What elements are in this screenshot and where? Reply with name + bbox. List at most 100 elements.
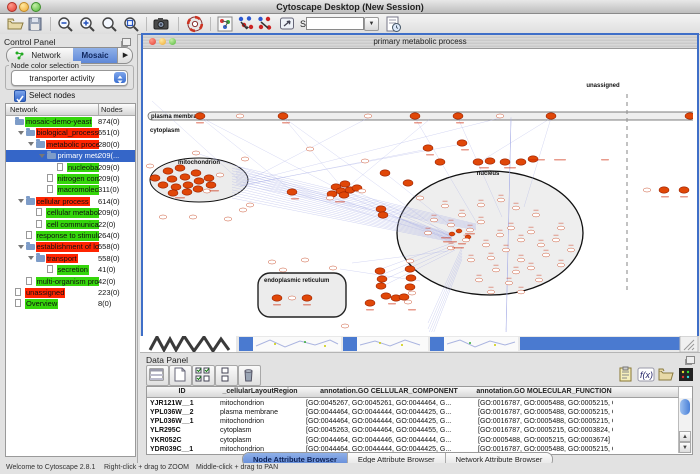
table-cell[interactable]: [GO:0016787, GO:0005488, GO:0005215, G..… (475, 408, 613, 417)
graph-node[interactable] (512, 270, 519, 274)
graph-node[interactable] (195, 113, 205, 119)
graph-node[interactable] (487, 256, 494, 260)
data-panel-float-icon[interactable] (686, 356, 695, 364)
graph-node[interactable] (236, 114, 244, 118)
graph-node[interactable] (364, 114, 372, 118)
graph-node[interactable] (168, 190, 178, 196)
graph-node[interactable] (378, 212, 388, 218)
graph-node[interactable] (365, 300, 375, 306)
graph-node[interactable] (467, 258, 474, 262)
tree-row[interactable]: establishment of lo558(0) (6, 241, 135, 252)
graph-node[interactable] (435, 159, 445, 165)
graph-node[interactable] (497, 198, 504, 202)
tree-row[interactable]: cell communicat22(0) (6, 219, 135, 230)
graph-node[interactable] (462, 238, 469, 242)
graph-node[interactable] (516, 159, 526, 165)
save-session-icon[interactable] (26, 15, 44, 33)
graph-node[interactable] (340, 181, 350, 187)
tree-row[interactable]: metabolic process280(0) (6, 139, 135, 150)
graph-node[interactable] (376, 283, 386, 289)
search-input[interactable] (306, 17, 364, 30)
tree-row[interactable]: mosaic-demo-yeast874(0) (6, 116, 135, 127)
graph-node[interactable] (302, 295, 312, 301)
float-panel-icon[interactable] (122, 38, 131, 46)
graph-node[interactable] (473, 159, 483, 165)
graph-node[interactable] (527, 230, 534, 234)
graph-node[interactable] (408, 291, 416, 295)
graph-node[interactable] (517, 290, 524, 294)
table-cell[interactable]: [GO:0045267, GO:0045261, GO:0044464, G..… (303, 399, 475, 408)
unified-view-button[interactable] (215, 365, 238, 386)
graph-node[interactable] (329, 266, 337, 270)
table-cell[interactable]: [GO:0016787, GO:0005215, GO:0003824, G..… (475, 426, 613, 435)
snapshot-icon[interactable] (152, 15, 170, 33)
graph-node[interactable] (194, 178, 204, 184)
graph-node[interactable] (406, 259, 414, 263)
graph-node[interactable] (175, 165, 185, 171)
graph-node[interactable] (204, 175, 214, 181)
attribute-table-button[interactable] (146, 365, 169, 386)
graph-node[interactable] (496, 233, 503, 237)
graph-node[interactable] (441, 204, 448, 208)
table-cell[interactable]: mitochondrion (217, 399, 303, 408)
graph-node[interactable] (449, 232, 455, 236)
expand-arrow-icon[interactable] (39, 154, 45, 158)
layout-icon-1[interactable] (237, 15, 255, 33)
zoom-fit-icon[interactable] (122, 15, 140, 33)
graph-node[interactable] (193, 186, 203, 192)
graph-node[interactable] (150, 175, 160, 181)
tree-col-network[interactable]: Network (10, 105, 38, 114)
graph-node[interactable] (272, 295, 282, 301)
graph-node[interactable] (492, 268, 499, 272)
vizmapper-icon[interactable] (278, 15, 296, 33)
graph-node[interactable] (457, 140, 467, 146)
table-column-header[interactable] (613, 387, 679, 398)
table-cell[interactable]: mitochondrion (217, 417, 303, 426)
graph-node[interactable] (505, 281, 512, 285)
table-column-header[interactable]: annotation.GO CELLULAR_COMPONENT (303, 387, 476, 398)
import-attributes-icon[interactable] (657, 366, 675, 383)
network-window-titlebar[interactable]: primary metabolic process (143, 35, 697, 49)
table-cell[interactable]: [GO:0044464, GO:0044444, GO:0044425, G..… (303, 417, 475, 426)
table-cell[interactable]: [GO:0044464, GO:0044444, GO:0044425, G..… (303, 408, 475, 417)
graph-node[interactable] (376, 206, 386, 212)
graph-node[interactable] (404, 300, 412, 304)
graph-node[interactable] (192, 151, 200, 155)
table-column-header[interactable]: ID (147, 387, 218, 398)
graph-node[interactable] (381, 293, 391, 299)
graph-node[interactable] (377, 276, 387, 282)
table-column-header[interactable]: annotation.GO MOLECULAR_FUNCTION (475, 387, 614, 398)
table-cell[interactable]: [GO:0016787, GO:0005488, GO:0005215, G..… (475, 417, 613, 426)
search-dropdown-button[interactable]: ▼ (364, 17, 379, 31)
graph-node[interactable] (405, 266, 415, 272)
graph-node[interactable] (216, 173, 224, 177)
graph-node[interactable] (163, 168, 173, 174)
table-vertical-scrollbar[interactable]: ▲ ▼ (678, 398, 692, 453)
graph-node[interactable] (287, 189, 297, 195)
graph-node[interactable] (301, 258, 309, 262)
graph-node[interactable] (406, 275, 416, 281)
graph-node[interactable] (458, 213, 465, 217)
network-canvas[interactable]: plasma membranecytoplasmmitochondrionnuc… (143, 49, 693, 332)
graph-node[interactable] (171, 184, 181, 190)
graph-node[interactable] (339, 192, 349, 198)
graph-node[interactable] (512, 206, 519, 210)
graph-node[interactable] (416, 196, 424, 200)
graph-node[interactable] (279, 268, 287, 272)
tabs-overflow-button[interactable]: ▶ (117, 48, 133, 63)
open-session-icon[interactable] (6, 15, 24, 33)
delete-attribute-button[interactable] (238, 365, 261, 386)
graph-node[interactable] (477, 220, 484, 224)
graph-node[interactable] (189, 215, 197, 219)
graph-node[interactable] (567, 248, 574, 252)
graph-node[interactable] (424, 231, 431, 235)
tree-row[interactable]: macromolecule311(0) (6, 184, 135, 195)
graph-node[interactable] (507, 226, 514, 230)
graph-node[interactable] (380, 170, 390, 176)
scrollbar-thumb[interactable] (680, 399, 690, 415)
select-attributes-button[interactable] (192, 365, 215, 386)
graph-node[interactable] (423, 145, 433, 151)
zoom-out-icon[interactable] (56, 15, 74, 33)
graph-node[interactable] (430, 218, 437, 222)
graph-node[interactable] (500, 159, 510, 165)
